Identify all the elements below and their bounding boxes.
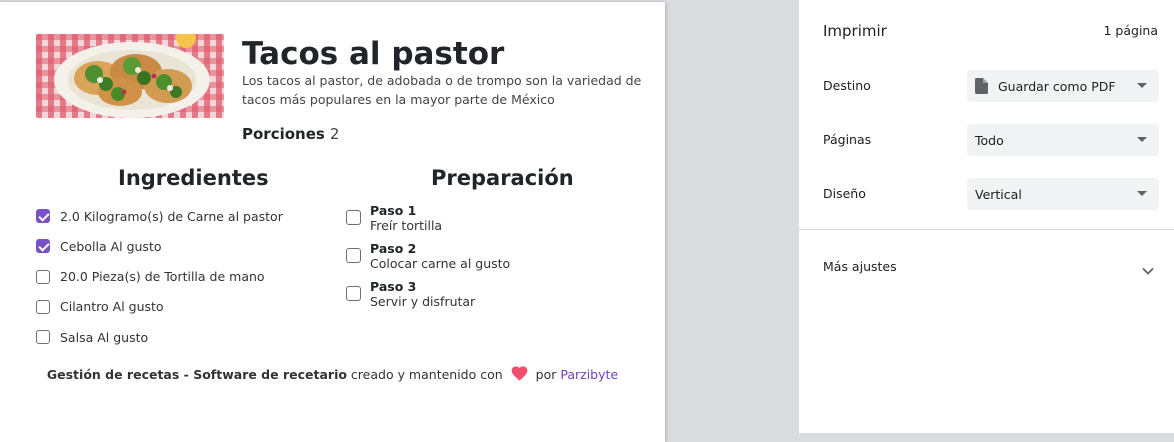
preparation-heading: Preparación bbox=[431, 166, 574, 190]
pages-select[interactable]: Todo bbox=[967, 124, 1159, 156]
ingredient-item[interactable]: 2.0 Kilogramo(s) de Carne al pastor bbox=[36, 201, 283, 231]
ingredient-text: Salsa Al gusto bbox=[60, 329, 149, 345]
step-description: Colocar carne al gusto bbox=[370, 256, 511, 271]
step-description: Freír tortilla bbox=[370, 218, 443, 233]
chevron-down-icon[interactable] bbox=[1142, 260, 1154, 279]
pages-label: Páginas bbox=[823, 132, 872, 147]
ingredient-checkbox[interactable] bbox=[36, 299, 50, 314]
preview-page: Tacos al pastor Los tacos al pastor, de … bbox=[0, 2, 665, 442]
step-body: Paso 2 Colocar carne al gusto bbox=[370, 241, 510, 272]
portions-label: Porciones bbox=[242, 125, 325, 143]
ingredient-checkbox[interactable] bbox=[36, 209, 50, 224]
step-item[interactable]: Paso 1 Freír tortilla bbox=[346, 203, 510, 241]
ingredients-heading: Ingredientes bbox=[118, 166, 269, 190]
portions-value: 2 bbox=[329, 125, 340, 143]
steps-list: Paso 1 Freír tortilla Paso 2 Colocar carne… bbox=[346, 203, 510, 317]
ingredient-item[interactable]: Salsa Al gusto bbox=[36, 322, 283, 352]
ingredient-item[interactable]: Cebolla Al gusto bbox=[36, 231, 283, 261]
destination-select[interactable]: Guardar como PDF bbox=[967, 70, 1159, 102]
dropdown-arrow-icon bbox=[1137, 191, 1147, 196]
page-count: 1 página bbox=[1103, 23, 1158, 38]
ingredient-item[interactable]: 20.0 Pieza(s) de Tortilla de mano bbox=[36, 262, 283, 292]
step-body: Paso 1 Freír tortilla bbox=[370, 203, 442, 234]
dropdown-arrow-icon bbox=[1137, 137, 1147, 142]
footer-by: por bbox=[535, 367, 557, 382]
dropdown-arrow-icon bbox=[1137, 83, 1147, 88]
ingredient-text: Cebolla Al gusto bbox=[60, 238, 162, 254]
pages-value: Todo bbox=[975, 132, 1004, 148]
ingredient-checkbox[interactable] bbox=[36, 269, 50, 284]
footer-text: creado y mantenido con bbox=[350, 367, 503, 382]
layout-label: Diseño bbox=[823, 186, 866, 201]
ingredient-checkbox[interactable] bbox=[36, 330, 50, 345]
layout-select[interactable]: Vertical bbox=[967, 178, 1159, 210]
ingredient-checkbox[interactable] bbox=[36, 239, 50, 254]
destination-label: Destino bbox=[823, 78, 871, 93]
step-title: Paso 3 bbox=[370, 279, 417, 294]
step-checkbox[interactable] bbox=[346, 210, 361, 225]
print-preview-area: Tacos al pastor Los tacos al pastor, de … bbox=[0, 0, 798, 442]
recipe-title: Tacos al pastor bbox=[242, 36, 505, 72]
step-checkbox[interactable] bbox=[346, 248, 361, 263]
footer-app-name: Gestión de recetas - Software de recetar… bbox=[46, 367, 347, 382]
ingredient-item[interactable]: Cilantro Al gusto bbox=[36, 292, 283, 322]
step-title: Paso 2 bbox=[370, 241, 417, 256]
step-description: Servir y disfrutar bbox=[370, 294, 476, 309]
recipe-description: Los tacos al pastor, de adobada o de tro… bbox=[242, 73, 642, 107]
portions: Porciones 2 bbox=[242, 125, 339, 143]
page-footer: Gestión de recetas - Software de recetar… bbox=[0, 366, 665, 382]
more-settings-toggle[interactable]: Más ajustes bbox=[823, 259, 897, 274]
ingredient-text: 2.0 Kilogramo(s) de Carne al pastor bbox=[60, 208, 283, 224]
ingredients-list: 2.0 Kilogramo(s) de Carne al pastor Cebo… bbox=[36, 201, 283, 352]
document-icon bbox=[975, 78, 988, 94]
recipe-photo bbox=[36, 34, 224, 118]
step-item[interactable]: Paso 3 Servir y disfrutar bbox=[346, 279, 510, 317]
layout-value: Vertical bbox=[975, 186, 1022, 202]
step-body: Paso 3 Servir y disfrutar bbox=[370, 279, 475, 310]
ingredient-text: Cilantro Al gusto bbox=[60, 299, 164, 315]
author-link[interactable]: Parzibyte bbox=[560, 367, 618, 382]
print-settings-panel: Imprimir 1 página Destino Guardar como P… bbox=[798, 0, 1174, 433]
heart-icon bbox=[511, 366, 528, 381]
print-title: Imprimir bbox=[823, 22, 887, 40]
step-checkbox[interactable] bbox=[346, 286, 361, 301]
panel-divider bbox=[799, 229, 1174, 230]
ingredient-text: 20.0 Pieza(s) de Tortilla de mano bbox=[60, 269, 265, 285]
step-item[interactable]: Paso 2 Colocar carne al gusto bbox=[346, 241, 510, 279]
step-title: Paso 1 bbox=[370, 203, 417, 218]
destination-value: Guardar como PDF bbox=[998, 78, 1116, 94]
